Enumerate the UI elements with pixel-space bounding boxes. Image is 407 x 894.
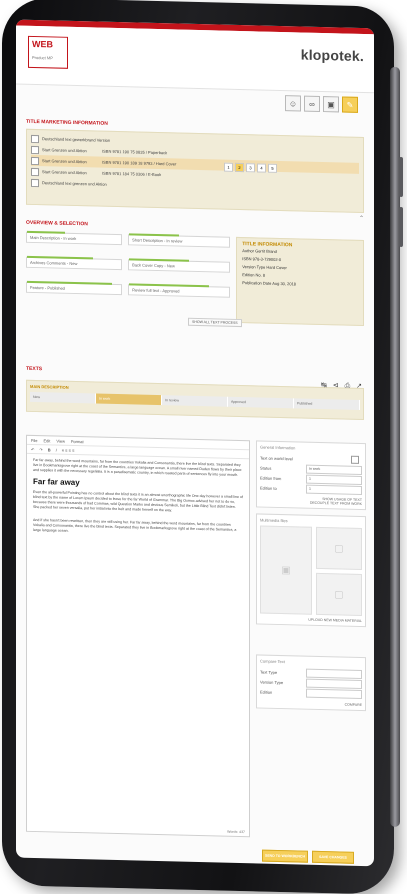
text-status-field[interactable]: Back Cover Copy - New (128, 258, 231, 273)
general-info-box: General Information Text on world level … (256, 440, 366, 511)
editor-content[interactable]: Far far away, behind the word mountains,… (27, 454, 249, 542)
page-button[interactable]: 2 (235, 162, 244, 173)
app-header: WEB Product MP klopotek. (16, 25, 374, 94)
document-icon[interactable]: ▢ (316, 572, 362, 617)
save-changes-button[interactable]: SAVE CHANGES (312, 850, 354, 864)
section-title: Texts (26, 365, 43, 373)
image-icon[interactable]: ▣ (260, 525, 312, 615)
compare-box: Compare Text Text Type Version Type Edit… (256, 654, 366, 712)
marketing-section: ☺ ∞ ▣ ✎ Title Marketing Information Deut… (26, 95, 364, 222)
redo-icon[interactable]: ↷ (39, 447, 42, 452)
upload-media-link[interactable]: UPLOAD NEW MEDIA MATERIAL (260, 617, 362, 623)
page-button[interactable]: 5 (268, 163, 277, 173)
checkbox[interactable] (31, 156, 39, 165)
italic-icon[interactable]: I (56, 447, 57, 452)
product-logo[interactable]: WEB Product MP (28, 35, 68, 69)
person-icon[interactable]: ☺ (285, 95, 301, 112)
toolbar-icons: ☺ ∞ ▣ ✎ (285, 95, 358, 113)
menu-format[interactable]: Format (71, 438, 84, 443)
align-icons[interactable]: ≡ ≡ ≡ ≡ (62, 447, 75, 452)
edition-select[interactable] (306, 688, 362, 699)
section-title: Overview & Selection (26, 219, 88, 228)
step-in-work[interactable]: In work (96, 393, 162, 406)
page-button[interactable]: 4 (257, 163, 266, 173)
editor-heading: Far far away (33, 476, 80, 488)
bookmark-icon[interactable]: ▣ (323, 96, 339, 113)
version-type-select[interactable] (306, 678, 362, 689)
tablet-frame: WEB Product MP klopotek. ☺ ∞ ▣ ✎ Title M… (2, 0, 403, 894)
text-sidebar: General Information Text on world level … (256, 440, 366, 717)
rich-text-editor[interactable]: File Edit View Format ↶ ↷ B I ≡ ≡ ≡ ≡ Fa… (26, 434, 250, 838)
marketing-panel: Deutschland lexi gewerkbrand Version Sta… (26, 128, 364, 214)
pagination: 1 2 3 4 5 (224, 162, 277, 173)
text-status-field[interactable]: Review full text - Approved (128, 283, 231, 298)
text-actions-icons[interactable]: ↹ ⊲ ⎙ ↗ (321, 381, 364, 391)
step-approved[interactable]: Approved (228, 396, 294, 409)
texts-section: Texts ↹ ⊲ ⎙ ↗ MAIN DESCRIPTION New In wo… (26, 365, 364, 421)
volume-button (399, 206, 403, 248)
logo-text: WEB (32, 38, 53, 50)
menu-edit[interactable]: Edit (43, 438, 50, 443)
text-step-panel: MAIN DESCRIPTION New In work In review A… (26, 379, 364, 421)
overview-col-left: Main Description - In work Archives Comm… (26, 230, 123, 320)
text-status-field[interactable]: Archives Comments - New (26, 255, 123, 271)
undo-icon[interactable]: ↶ (31, 446, 34, 451)
overview-section: Overview & Selection Main Description - … (26, 219, 364, 328)
step-new[interactable]: New (30, 391, 96, 404)
checkbox[interactable] (31, 167, 39, 176)
send-to-workbench-button[interactable]: SEND TO WORKBENCH (262, 849, 308, 863)
checkbox[interactable] (31, 178, 39, 187)
menu-file[interactable]: File (31, 437, 37, 442)
edition-from-input[interactable]: 1 (306, 474, 362, 485)
show-all-button[interactable]: SHOW ALL TEXT PROCESS (188, 317, 242, 328)
brand-name: klopotek. (300, 46, 364, 65)
status-select[interactable]: In work (306, 464, 362, 475)
world-level-checkbox[interactable] (351, 455, 359, 464)
document-icon[interactable]: ▢ (316, 526, 362, 571)
checkbox[interactable] (31, 134, 39, 143)
edit-icon[interactable]: ✎ (342, 96, 358, 113)
text-status-field[interactable]: Main Description - In work (26, 230, 123, 246)
word-count: Words: 437 (227, 829, 245, 835)
volume-button (399, 156, 403, 198)
bold-icon[interactable]: B (48, 447, 51, 452)
app-screen: WEB Product MP klopotek. ☺ ∞ ▣ ✎ Title M… (16, 19, 374, 867)
compare-link[interactable]: COMPARE (260, 701, 362, 707)
text-status-field[interactable]: Short Description - In review (128, 233, 231, 248)
step-published[interactable]: Published (294, 398, 360, 410)
title-info-panel: Title Information Author Gerrit Brand IS… (236, 236, 364, 327)
text-type-select[interactable] (306, 668, 362, 679)
page-button[interactable]: 1 (224, 162, 233, 172)
checkbox[interactable] (31, 145, 39, 154)
multimedia-box: Multimedia files ▣ ▢ ▢ UPLOAD NEW MEDIA … (256, 513, 366, 628)
menu-view[interactable]: View (56, 438, 65, 443)
page-button[interactable]: 3 (246, 163, 255, 173)
step-in-review[interactable]: In review (162, 395, 228, 407)
logo-subtitle: Product MP (32, 54, 53, 61)
edition-to-input[interactable]: 1 (306, 484, 362, 495)
link-icon[interactable]: ∞ (304, 95, 320, 112)
text-status-field[interactable]: Feature - Published (26, 280, 123, 296)
